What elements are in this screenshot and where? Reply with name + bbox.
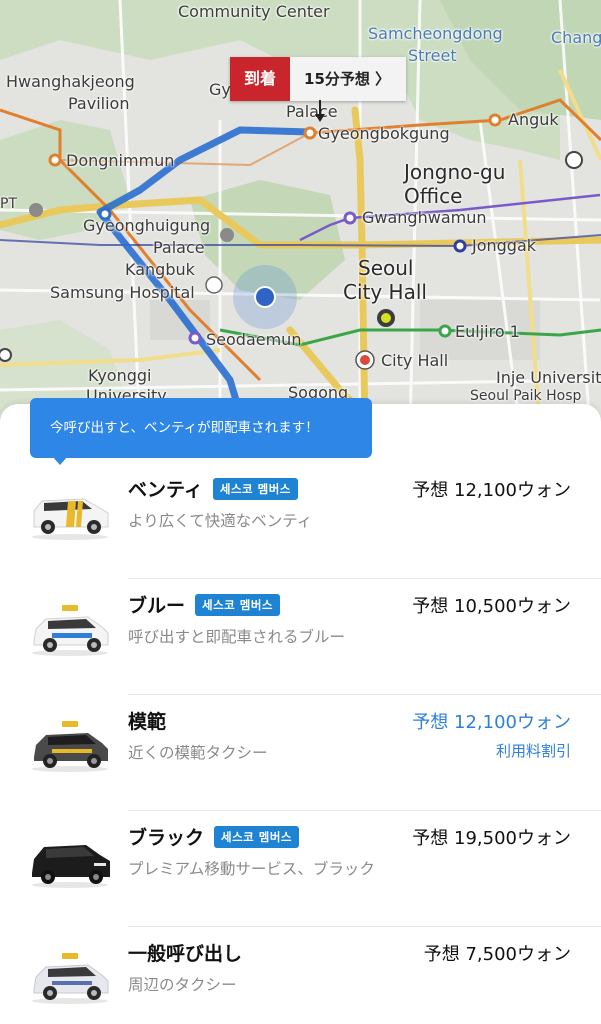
- map-label-office: Office: [404, 184, 463, 208]
- map-label-gyeongbokgung: Gyeongbokgung: [318, 124, 450, 143]
- black-car-icon: [32, 845, 110, 888]
- eta-estimate: 15分予想 〉: [290, 57, 407, 101]
- venti-car-icon: [32, 498, 109, 540]
- map-view[interactable]: Community Center Samcheongdong Street Ch…: [0, 0, 601, 430]
- ride-option-general[interactable]: 一般呼び出し 周辺のタクシー 予想 7,500ウォン: [0, 927, 601, 1024]
- map-label-pavilion: Pavilion: [68, 94, 130, 113]
- ride-name-row: 一般呼び出し: [128, 939, 242, 966]
- map-label-anguk: Anguk: [508, 110, 559, 129]
- ride-description: より広くて快適なベンティ: [128, 512, 313, 530]
- dispatch-tooltip: 今呼び出すと、ベンティが即配車されます！: [30, 398, 372, 458]
- general-taxi-icon: [32, 953, 109, 1004]
- ride-option-black[interactable]: ブラック 세스코 멤버스 プレミアム移動サービス、ブラック 予想 19,500ウ…: [0, 811, 601, 927]
- map-label-city-hall: City Hall: [381, 351, 449, 370]
- ride-name-row: ブラック 세스코 멤버스: [128, 823, 299, 850]
- ride-description: 周辺のタクシー: [128, 976, 237, 994]
- map-label-seoul: Seoul: [358, 256, 414, 280]
- ride-name: 一般呼び出し: [128, 943, 243, 965]
- map-label-gwanghwamun: Gwanghwamun: [362, 208, 487, 227]
- map-label-dongnimmun: Dongnimmun: [66, 151, 175, 170]
- map-label-euljiro: Euljiro 1: [455, 322, 520, 341]
- map-label-seodaemun: Seodaemun: [206, 330, 302, 349]
- ride-option-model[interactable]: 模範 近くの模範タクシー 予想 12,100ウォン 利用料割引: [0, 695, 601, 811]
- membership-badge: 세스코 멤버스: [212, 477, 298, 500]
- ride-name: ブルー: [128, 595, 186, 617]
- fee-discount-label: 利用料割引: [495, 742, 571, 760]
- ride-price: 予想 12,100ウォン: [412, 480, 571, 501]
- ride-description: プレミアム移動サービス、ブラック: [128, 860, 375, 878]
- map-label-city-hall-big: City Hall: [343, 280, 427, 304]
- blue-taxi-icon: [32, 605, 109, 656]
- ride-description: 近くの模範タクシー: [128, 744, 268, 762]
- ride-price: 予想 12,100ウォン: [412, 712, 571, 733]
- ride-option-venti[interactable]: ベンティ 세스코 멤버스 より広くて快適なベンティ 予想 12,100ウォン: [0, 463, 601, 579]
- map-label-samsung-hospital: Samsung Hospital: [50, 283, 195, 302]
- map-label-street: Street: [408, 46, 457, 65]
- map-label-inje: Inje Universit: [496, 368, 601, 387]
- map-label-jonggak: Jonggak: [472, 236, 537, 255]
- map-label-seoul-paik: Seoul Paik Hosp: [470, 388, 582, 404]
- ride-option-blue[interactable]: ブルー 세스코 멤버스 呼び出すと即配車されるブルー 予想 10,500ウォン: [0, 579, 601, 695]
- ride-name: 模範: [128, 711, 167, 733]
- ride-name-row: 模範: [128, 707, 166, 734]
- map-label-palace-top: Palace: [286, 102, 338, 121]
- ride-name-row: ブルー 세스코 멤버스: [128, 591, 280, 618]
- map-label-gy: Gy: [209, 80, 231, 99]
- map-label-gyeonghuigung: Gyeonghuigung: [83, 216, 211, 235]
- arrival-label: 到着: [230, 57, 291, 101]
- map-label-jongno-gu: Jongno-gu: [404, 160, 506, 184]
- ride-name-row: ベンティ 세스코 멤버스: [128, 475, 298, 502]
- tooltip-tail: [52, 456, 68, 465]
- ride-price: 予想 19,500ウォン: [412, 828, 571, 849]
- ride-description: 呼び出すと即配車されるブルー: [128, 628, 346, 646]
- ride-name: ベンティ: [128, 479, 203, 501]
- eta-flag[interactable]: 到着 15分予想 〉: [230, 57, 407, 101]
- map-label-kangbuk: Kangbuk: [125, 260, 195, 279]
- map-label-community-center: Community Center: [178, 2, 330, 21]
- destination-pin-icon: [315, 100, 325, 122]
- map-label-chang: Chang: [551, 28, 601, 47]
- map-label-samcheongdong: Samcheongdong: [368, 24, 503, 43]
- map-label-pt: PT: [0, 196, 17, 212]
- ride-name: ブラック: [128, 827, 205, 849]
- membership-badge: 세스코 멤버스: [195, 593, 280, 616]
- model-taxi-icon: [32, 721, 108, 772]
- map-label-palace: Palace: [153, 238, 205, 257]
- ride-price: 予想 10,500ウォン: [412, 596, 571, 617]
- membership-badge: 세스코 멤버스: [214, 825, 299, 848]
- map-label-hwanghakjeong: Hwanghakjeong: [6, 72, 135, 91]
- ride-price: 予想 7,500ウォン: [423, 944, 571, 965]
- map-label-kyonggi: Kyonggi: [88, 366, 152, 385]
